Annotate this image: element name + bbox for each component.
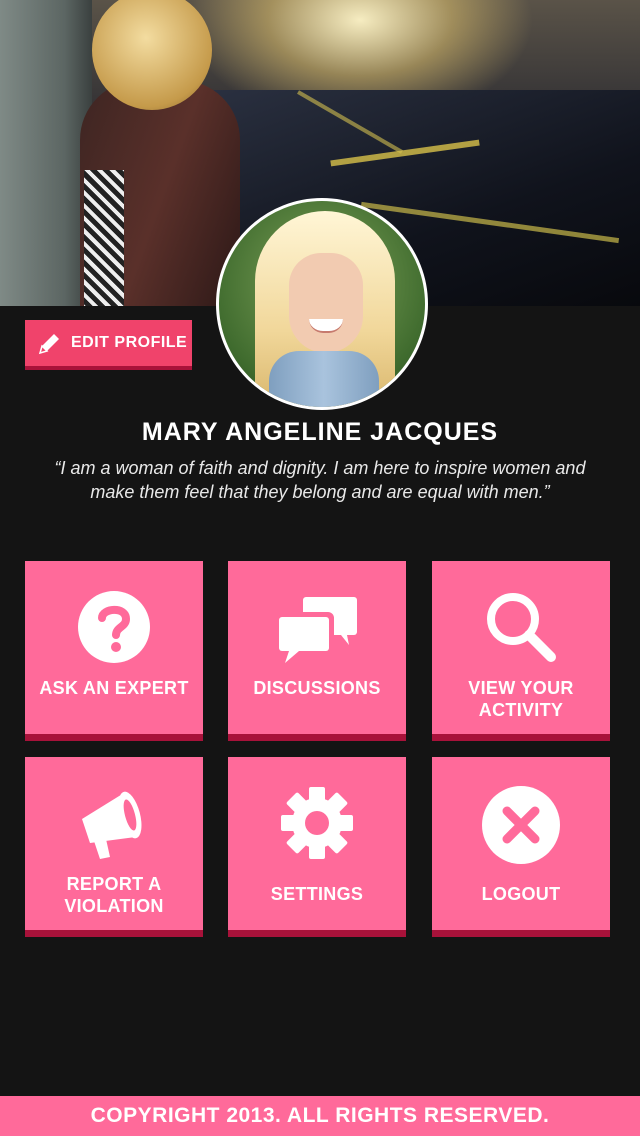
gear-icon — [281, 787, 353, 859]
profile-bio: “I am a woman of faith and dignity. I am… — [54, 458, 586, 502]
view-your-activity-button[interactable]: VIEW YOUR ACTIVITY — [432, 561, 610, 741]
close-circle-icon — [482, 786, 560, 864]
profile-name: MARY ANGELINE JACQUES — [141, 418, 499, 446]
tile-label: ASK AN EXPERT — [39, 678, 189, 698]
logout-button[interactable]: LOGOUT — [432, 757, 610, 937]
search-icon — [487, 593, 556, 662]
tile-label: DISCUSSIONS — [253, 678, 381, 698]
edit-profile-button[interactable]: EDIT PROFILE — [25, 320, 192, 370]
report-a-violation-button[interactable]: REPORT A VIOLATION — [25, 757, 203, 937]
tile-label: REPORT A VIOLATION — [64, 874, 164, 916]
tile-label: VIEW YOUR ACTIVITY — [468, 678, 574, 720]
pencil-icon — [38, 334, 59, 355]
edit-profile-label: EDIT PROFILE — [71, 334, 188, 351]
ask-an-expert-button[interactable]: ASK AN EXPERT — [25, 561, 203, 741]
footer-copyright: COPYRIGHT 2013. ALL RIGHTS RESERVED. — [0, 1096, 640, 1136]
chat-bubbles-icon — [275, 597, 357, 663]
discussions-button[interactable]: DISCUSSIONS — [228, 561, 406, 741]
megaphone-icon — [82, 791, 142, 859]
tile-label: LOGOUT — [481, 884, 561, 904]
avatar[interactable] — [216, 198, 428, 410]
tile-label: SETTINGS — [270, 884, 364, 904]
settings-button[interactable]: SETTINGS — [228, 757, 406, 937]
question-icon — [78, 591, 150, 663]
